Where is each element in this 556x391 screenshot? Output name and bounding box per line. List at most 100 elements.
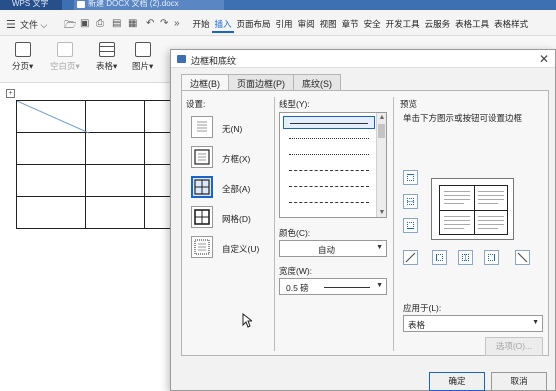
width-line-sample	[324, 287, 370, 288]
tab-insert[interactable]: 插入	[212, 18, 235, 33]
line-style-solid[interactable]	[283, 116, 375, 129]
border-all-icon	[191, 176, 213, 198]
table-cell[interactable]	[16, 132, 86, 165]
bottom-border-button[interactable]	[403, 218, 418, 233]
table-cell[interactable]	[16, 164, 86, 197]
setting-custom-label: 自定义(U)	[222, 244, 260, 254]
left-border-button[interactable]	[432, 250, 447, 265]
save-icon[interactable]: ▣	[80, 18, 89, 29]
setting-all[interactable]: 全部(A)	[191, 176, 273, 200]
scroll-up-icon[interactable]: ▲	[378, 114, 386, 121]
redo-icon[interactable]: ↷	[160, 18, 168, 29]
tab-cloud[interactable]: 云服务	[422, 18, 453, 33]
table-cell[interactable]	[84, 100, 146, 133]
line-style-scrollbar[interactable]: ▲ ▼	[376, 113, 386, 217]
tab-security[interactable]: 安全	[361, 18, 383, 33]
preview-text-line	[478, 228, 498, 229]
borders-panel: 设置: 无(N) 方框(X) 全部(A) 网格(D) 自定义(U) 线型(Y):…	[181, 90, 549, 356]
mouse-cursor-icon	[242, 313, 252, 328]
tab-borders[interactable]: 边框(B)	[181, 74, 229, 91]
line-style-dash-dot-dot[interactable]	[283, 196, 375, 209]
preview-text-line	[444, 191, 470, 192]
line-style-dotted[interactable]	[283, 132, 375, 145]
table-move-handle-icon[interactable]: +	[6, 89, 15, 98]
inside-vertical-border-button[interactable]	[458, 250, 473, 265]
settings-label: 设置:	[186, 99, 206, 109]
tab-shading[interactable]: 底纹(S)	[293, 74, 341, 90]
tab-page-border[interactable]: 页面边框(P)	[228, 74, 294, 90]
app-tab[interactable]: WPS 文字	[0, 0, 62, 10]
chevron-down-icon: ▼	[376, 282, 383, 289]
table-button[interactable]: 表格▾	[96, 42, 117, 72]
menu-icon[interactable]: ☰	[6, 18, 16, 31]
line-sample	[290, 123, 368, 124]
more-icon[interactable]: »	[174, 18, 180, 29]
scrollbar-thumb[interactable]	[378, 124, 385, 138]
line-style-list[interactable]: ▲ ▼	[279, 112, 387, 218]
setting-custom[interactable]: 自定义(U)	[191, 236, 273, 260]
width-dropdown[interactable]: 0.5 磅 ▼	[279, 278, 387, 295]
right-border-button[interactable]	[484, 250, 499, 265]
tab-section[interactable]: 章节	[339, 18, 361, 33]
color-label: 颜色(C):	[279, 228, 311, 238]
top-border-button[interactable]	[403, 170, 418, 185]
page-break-button[interactable]: 分页▾	[12, 42, 33, 72]
preview-text-line	[478, 216, 504, 217]
cancel-button[interactable]: 取消	[491, 372, 547, 391]
setting-grid[interactable]: 网格(D)	[191, 206, 273, 230]
line-style-dashed[interactable]	[283, 164, 375, 177]
format-painter-icon[interactable]: ▦	[128, 18, 137, 29]
undo-icon[interactable]: ↶	[146, 18, 154, 29]
color-dropdown[interactable]: 自动 ▼	[279, 240, 387, 257]
tab-references[interactable]: 引用	[273, 18, 295, 33]
table-cell[interactable]	[84, 132, 146, 165]
setting-box-label: 方框(X)	[222, 154, 251, 164]
options-button[interactable]: 选项(O)...	[485, 337, 543, 356]
tab-page-layout[interactable]: 页面布局	[234, 18, 273, 33]
top-border-icon	[407, 174, 414, 181]
preview-vertical-line	[474, 186, 475, 234]
setting-none[interactable]: 无(N)	[191, 116, 273, 140]
apply-to-dropdown[interactable]: 表格 ▼	[403, 315, 543, 332]
table-cell[interactable]	[84, 196, 146, 229]
line-sample	[289, 186, 369, 187]
open-icon[interactable]: 🗁	[64, 18, 76, 35]
file-menu[interactable]: 文件 ⌵	[20, 18, 47, 31]
setting-none-label: 无(N)	[222, 124, 243, 134]
inside-horizontal-border-icon	[407, 198, 414, 205]
print-icon[interactable]: ⎙	[96, 18, 104, 29]
line-style-dense-dotted[interactable]	[283, 148, 375, 161]
dialog-title-bar[interactable]: 边框和底纹 ✕	[171, 50, 555, 68]
tab-view[interactable]: 视图	[317, 18, 339, 33]
tab-table-tools[interactable]: 表格工具	[453, 18, 492, 33]
border-preview[interactable]	[431, 178, 514, 240]
tab-review[interactable]: 审阅	[295, 18, 317, 33]
separator	[274, 97, 275, 351]
preview-hint: 单击下方图示或按钮可设置边框	[403, 113, 523, 123]
document-tab[interactable]: 新建 DOCX 文档 (2).docx	[74, 0, 224, 10]
setting-box[interactable]: 方框(X)	[191, 146, 273, 170]
close-icon[interactable]: ✕	[539, 52, 549, 66]
right-border-icon	[488, 254, 495, 261]
blank-page-label: 空白页	[50, 61, 76, 71]
diagonal-down-border-button[interactable]	[403, 250, 418, 265]
tab-table-style[interactable]: 表格样式	[492, 18, 531, 33]
line-style-dash-dot[interactable]	[283, 180, 375, 193]
line-sample	[289, 170, 369, 171]
scroll-down-icon[interactable]: ▼	[378, 209, 386, 216]
picture-button[interactable]: 图片▾	[132, 42, 153, 72]
tab-home[interactable]: 开始	[190, 18, 212, 33]
blank-page-button[interactable]: 空白页▾	[50, 42, 80, 72]
border-custom-icon	[191, 236, 213, 258]
left-border-icon	[436, 254, 443, 261]
color-value: 自动	[318, 245, 336, 255]
ok-button[interactable]: 确定	[429, 372, 485, 391]
table-cell[interactable]	[16, 196, 86, 229]
tab-developer[interactable]: 开发工具	[383, 18, 422, 33]
inside-horizontal-border-button[interactable]	[403, 194, 418, 209]
table-cell[interactable]	[84, 164, 146, 197]
diagonal-up-border-button[interactable]	[515, 250, 530, 265]
inside-vertical-border-icon	[462, 254, 469, 261]
chevron-down-icon: ▼	[532, 319, 539, 326]
print-preview-icon[interactable]: ▤	[112, 18, 121, 29]
